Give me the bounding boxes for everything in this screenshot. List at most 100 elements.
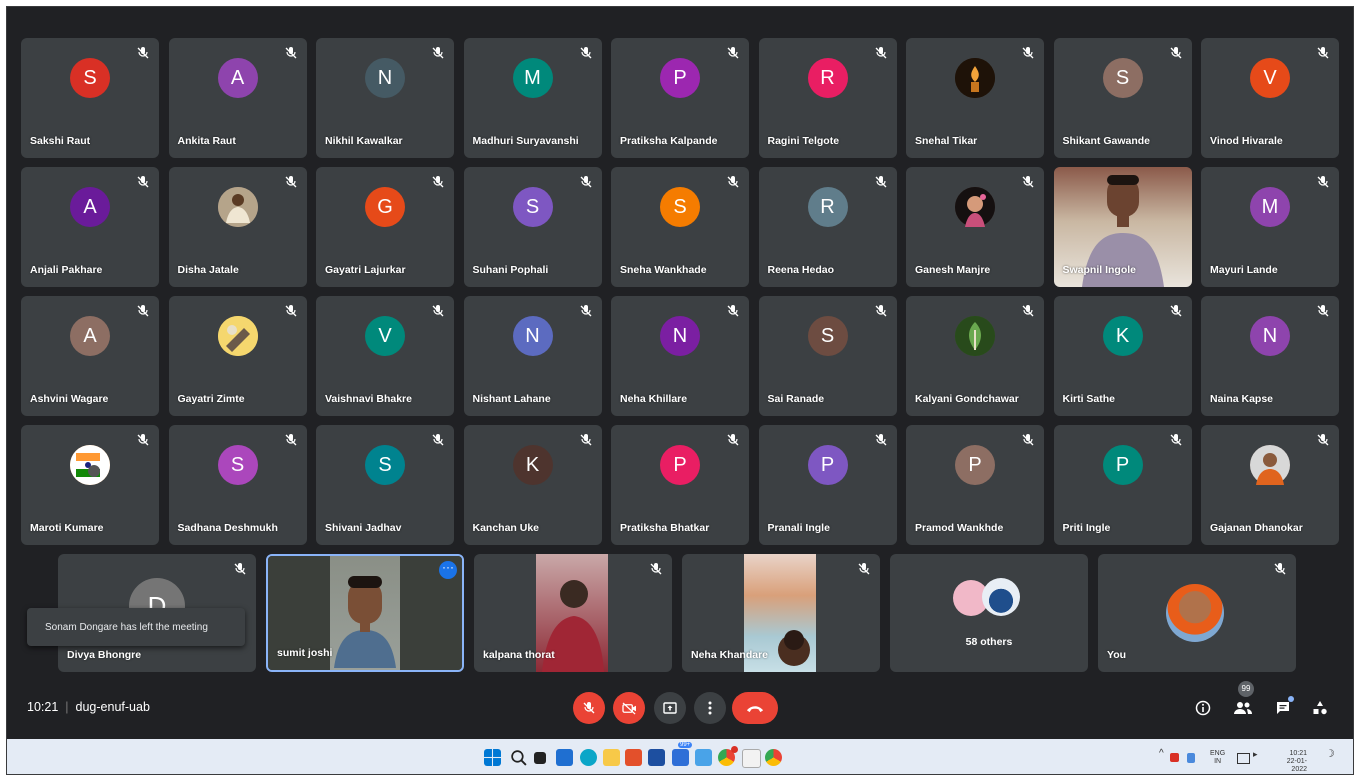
store-icon[interactable] bbox=[648, 749, 665, 766]
participant-tile[interactable]: Gajanan Dhanokar bbox=[1201, 425, 1339, 545]
avatar: P bbox=[660, 445, 700, 485]
notifications-icon[interactable]: ☽ bbox=[1325, 749, 1335, 760]
participant-name: Sai Ranade bbox=[767, 393, 825, 405]
task-view-icon[interactable] bbox=[534, 752, 546, 764]
participant-tile[interactable]: P Pranali Ingle bbox=[758, 425, 897, 545]
participant-name: Disha Jatale bbox=[177, 264, 239, 276]
avatar: P bbox=[1102, 445, 1143, 485]
tray-app-icon[interactable] bbox=[1170, 753, 1179, 762]
mic-off-icon bbox=[875, 305, 886, 317]
hang-up-icon bbox=[746, 705, 764, 712]
participant-tile[interactable]: V Vinod Hivarale bbox=[1201, 38, 1339, 158]
participant-tile[interactable]: Gayatri Zimte bbox=[168, 296, 307, 416]
avatar: K bbox=[1102, 316, 1143, 356]
participant-tile[interactable]: N Nikhil Kawalkar bbox=[316, 38, 454, 158]
participant-tile[interactable]: Snehal Tikar bbox=[906, 38, 1044, 158]
activities-button[interactable] bbox=[1309, 697, 1331, 719]
participant-tile[interactable]: N Nishant Lahane bbox=[463, 296, 602, 416]
people-button[interactable]: 99 bbox=[1232, 681, 1254, 719]
network-app-icon[interactable] bbox=[695, 749, 712, 766]
participant-name: Shikant Gawande bbox=[1062, 135, 1151, 147]
participant-tile-video[interactable]: ··· sumit joshi bbox=[266, 554, 464, 672]
participant-tile[interactable]: K Kirti Sathe bbox=[1053, 296, 1192, 416]
person-video-icon bbox=[334, 576, 396, 668]
participant-tile[interactable]: S Sai Ranade bbox=[758, 296, 897, 416]
notification-toast: Sonam Dongare has left the meeting bbox=[27, 608, 245, 646]
avatar-photo bbox=[955, 58, 995, 98]
participant-tile[interactable]: P Pratiksha Bhatkar bbox=[611, 425, 749, 545]
tray-chevron-icon[interactable]: ^ bbox=[1159, 749, 1164, 759]
edge-icon[interactable] bbox=[580, 749, 597, 766]
network-icon[interactable] bbox=[1237, 753, 1250, 764]
participant-tile[interactable]: Swapnil Ingole bbox=[1053, 167, 1192, 287]
participant-tile-video[interactable]: kalpana thorat bbox=[474, 554, 672, 672]
participant-tile[interactable]: N Naina Kapse bbox=[1201, 296, 1339, 416]
participant-tile[interactable]: Disha Jatale bbox=[168, 167, 307, 287]
info-icon bbox=[1195, 700, 1211, 716]
participant-name: Reena Hedao bbox=[767, 264, 835, 276]
participant-tile[interactable]: K Kanchan Uke bbox=[463, 425, 602, 545]
leave-call-button[interactable] bbox=[732, 692, 778, 724]
avatar: N bbox=[512, 316, 553, 356]
avatar: P bbox=[660, 58, 700, 98]
participant-name: Neha Khandare bbox=[691, 649, 769, 661]
language-indicator[interactable]: ENG IN bbox=[1210, 750, 1225, 766]
participant-tile[interactable]: V Vaishnavi Bhakre bbox=[316, 296, 454, 416]
avatar-photo bbox=[955, 187, 995, 227]
participant-tile[interactable]: Kalyani Gondchawar bbox=[906, 296, 1044, 416]
volume-icon[interactable]: ▸ bbox=[1253, 750, 1258, 759]
avatar-photo bbox=[217, 187, 258, 227]
avatar: R bbox=[807, 58, 848, 98]
participant-tile[interactable]: N Neha Khillare bbox=[611, 296, 749, 416]
mic-toggle-button[interactable] bbox=[573, 692, 605, 724]
more-options-icon[interactable]: ··· bbox=[439, 561, 457, 579]
mail-icon[interactable]: 99+ bbox=[672, 742, 693, 766]
more-options-button[interactable] bbox=[694, 692, 726, 724]
participant-tile[interactable]: S Sadhana Deshmukh bbox=[168, 425, 307, 545]
participant-tile[interactable]: M Madhuri Suryavanshi bbox=[463, 38, 602, 158]
participant-tile[interactable]: R Ragini Telgote bbox=[758, 38, 897, 158]
widgets-icon[interactable] bbox=[556, 749, 573, 766]
participant-tile[interactable]: P Pratiksha Kalpande bbox=[611, 38, 749, 158]
participant-tile[interactable]: A Anjali Pakhare bbox=[21, 167, 159, 287]
chat-button[interactable] bbox=[1272, 696, 1294, 719]
participant-tile[interactable]: R Reena Hedao bbox=[758, 167, 897, 287]
participant-name: Neha Khillare bbox=[620, 393, 688, 405]
participant-name: Suhani Pophali bbox=[472, 264, 549, 276]
pdf-icon[interactable] bbox=[742, 749, 761, 768]
participant-tile-video[interactable]: Neha Khandare bbox=[682, 554, 880, 672]
others-tile[interactable]: 58 others bbox=[890, 554, 1088, 672]
taskbar-badge: 99+ bbox=[678, 742, 693, 748]
meeting-details-button[interactable] bbox=[1192, 697, 1214, 719]
self-tile[interactable]: You bbox=[1098, 554, 1296, 672]
participant-tile[interactable]: M Mayuri Lande bbox=[1201, 167, 1339, 287]
chrome-icon-1[interactable] bbox=[718, 746, 738, 766]
activities-icon bbox=[1313, 701, 1327, 715]
mic-off-icon bbox=[432, 176, 444, 188]
participant-tile[interactable]: A Ashvini Wagare bbox=[21, 296, 159, 416]
participant-tile[interactable]: S Sneha Wankhade bbox=[611, 167, 749, 287]
system-clock[interactable]: 10:21 22-01-2022 bbox=[1277, 750, 1307, 774]
participant-tile[interactable]: P Priti Ingle bbox=[1053, 425, 1192, 545]
participant-tile[interactable]: S Sakshi Raut bbox=[21, 38, 159, 158]
participant-tile[interactable]: Ganesh Manjre bbox=[906, 167, 1044, 287]
tray-app-icon-2[interactable] bbox=[1187, 753, 1195, 763]
present-screen-button[interactable] bbox=[654, 692, 686, 724]
participant-tile[interactable]: P Pramod Wankhde bbox=[906, 425, 1044, 545]
participant-name: Swapnil Ingole bbox=[1062, 264, 1137, 276]
participant-tile[interactable]: A Ankita Raut bbox=[168, 38, 307, 158]
participant-tile[interactable]: S Shivani Jadhav bbox=[316, 425, 454, 545]
participant-tile[interactable]: Maroti Kumare bbox=[21, 425, 159, 545]
participant-name: Mayuri Lande bbox=[1210, 264, 1278, 276]
mic-off-icon bbox=[137, 47, 149, 59]
participant-tile[interactable]: S Shikant Gawande bbox=[1053, 38, 1192, 158]
chrome-icon-2[interactable] bbox=[765, 749, 782, 766]
file-explorer-icon[interactable] bbox=[603, 749, 620, 766]
start-icon[interactable] bbox=[484, 749, 501, 766]
participant-tile[interactable]: S Suhani Pophali bbox=[463, 167, 602, 287]
search-icon[interactable] bbox=[510, 749, 527, 766]
participant-tile[interactable]: G Gayatri Lajurkar bbox=[316, 167, 454, 287]
office-icon[interactable] bbox=[625, 749, 642, 766]
participant-name: Ankita Raut bbox=[177, 135, 236, 147]
camera-toggle-button[interactable] bbox=[613, 692, 645, 724]
